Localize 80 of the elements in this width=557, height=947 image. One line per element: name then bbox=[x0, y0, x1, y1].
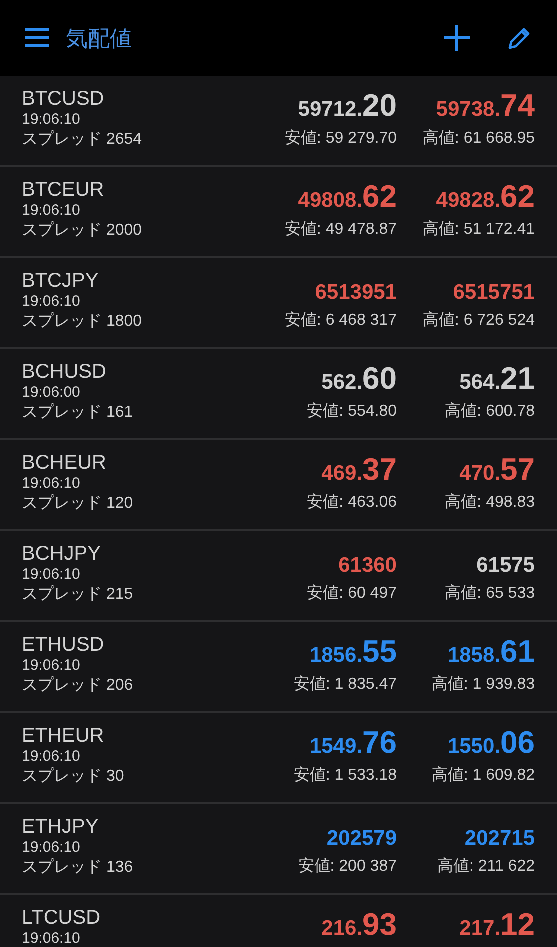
price: 202579 bbox=[326, 828, 397, 849]
price: 470.57 bbox=[460, 454, 535, 485]
price: 6515751 bbox=[453, 282, 535, 303]
time-label: 19:06:10 bbox=[22, 565, 82, 584]
spread-label: スプレッド 206 bbox=[22, 676, 134, 696]
price: 61575 bbox=[476, 555, 535, 576]
time-label: 19:06:10 bbox=[22, 201, 82, 220]
spread-label: スプレッド 30 bbox=[22, 766, 126, 787]
spread-label: スプレッド 1800 bbox=[22, 312, 144, 332]
low-price-label: 安値: 200 387 bbox=[298, 856, 397, 877]
spread-label: スプレッド 215 bbox=[22, 584, 134, 605]
low-price-label: 安値: 1 533.18 bbox=[294, 766, 397, 786]
symbol-label: BTCJPY bbox=[22, 270, 100, 292]
quote-row[interactable]: LTCUSD 19:06:10 216.93 217.12 bbox=[0, 895, 557, 947]
price: 1858.61 bbox=[448, 636, 535, 667]
symbol-label: ETHJPY bbox=[22, 816, 100, 838]
symbol-label: ETHEUR bbox=[22, 725, 106, 747]
time-label: 19:06:10 bbox=[22, 656, 82, 675]
time-label: 19:06:10 bbox=[22, 474, 82, 493]
low-price-label: 安値: 1 835.47 bbox=[294, 674, 397, 695]
symbol-label: ETHUSD bbox=[22, 634, 106, 656]
symbol-label: BCHUSD bbox=[22, 361, 108, 383]
spread-label: スプレッド 120 bbox=[22, 494, 134, 514]
price: 562.60 bbox=[322, 363, 397, 394]
symbol-label: LTCUSD bbox=[22, 907, 102, 929]
quote-row[interactable]: BTCEUR 19:06:10 スプレッド 2000 49808.62 安値: 49 478.87 49828.62 高値: 51 172.41 bbox=[0, 167, 557, 258]
spread-label: スプレッド 161 bbox=[22, 402, 134, 423]
low-price-label: 安値: 59 279.70 bbox=[284, 128, 397, 149]
price: 469.37 bbox=[322, 454, 397, 485]
symbol-label: BCHJPY bbox=[22, 543, 102, 565]
screen-title: 気配値 bbox=[66, 24, 133, 52]
high-price-label: 高値: 65 533 bbox=[445, 584, 535, 604]
symbol-label: BTCUSD bbox=[22, 88, 106, 110]
price: 6513951 bbox=[315, 282, 397, 303]
price: 1550.06 bbox=[448, 727, 535, 758]
time-label: 19:06:10 bbox=[22, 838, 82, 857]
quote-row[interactable]: BCHJPY 19:06:10 スプレッド 215 61360 安値: 60 497 61575 高値: 65 533 bbox=[0, 531, 557, 622]
symbol-label: BTCEUR bbox=[22, 179, 106, 201]
quote-row[interactable]: BTCJPY 19:06:10 スプレッド 1800 6513951 安値: 6 468 317 6515751 高値: 6 726 524 bbox=[0, 258, 557, 349]
high-price-label: 高値: 211 622 bbox=[437, 856, 535, 877]
spread-label: スプレッド 136 bbox=[22, 858, 134, 878]
high-price-label: 高値: 1 609.82 bbox=[432, 766, 535, 786]
price: 217.12 bbox=[460, 909, 535, 940]
spread-label: スプレッド 2654 bbox=[22, 130, 144, 150]
time-label: 19:06:10 bbox=[22, 110, 82, 129]
time-label: 19:06:10 bbox=[22, 747, 82, 766]
low-price-label: 安値: 60 497 bbox=[307, 584, 397, 604]
high-price-label: 高値: 51 172.41 bbox=[422, 220, 535, 240]
quote-row[interactable]: BTCUSD 19:06:10 スプレッド 2654 59712.20 安値: 59 279.70 59738.74 高値: 61 668.95 bbox=[0, 76, 557, 167]
quote-row[interactable]: BCHEUR 19:06:10 スプレッド 120 469.37 安値: 463.06 470.57 高値: 498.83 bbox=[0, 440, 557, 531]
menu-icon[interactable] bbox=[24, 28, 50, 48]
price: 61360 bbox=[338, 555, 397, 576]
symbol-label: BCHEUR bbox=[22, 452, 108, 474]
quote-row[interactable]: BCHUSD 19:06:00 スプレッド 161 562.60 安値: 554.80 564.21 高値: 600.78 bbox=[0, 349, 557, 440]
spread-label: スプレッド 2000 bbox=[22, 220, 144, 241]
low-price-label: 安値: 49 478.87 bbox=[284, 220, 397, 240]
time-label: 19:06:10 bbox=[22, 292, 82, 311]
time-label: 19:06:00 bbox=[22, 383, 82, 402]
price: 1856.55 bbox=[310, 636, 397, 667]
price: 564.21 bbox=[460, 363, 535, 394]
high-price-label: 高値: 6 726 524 bbox=[422, 310, 535, 331]
plus-icon[interactable] bbox=[443, 24, 471, 52]
quote-row[interactable]: ETHJPY 19:06:10 スプレッド 136 202579 安値: 200 387 202715 高値: 211 622 bbox=[0, 804, 557, 895]
price: 49808.62 bbox=[298, 181, 397, 212]
high-price-label: 高値: 61 668.95 bbox=[422, 128, 535, 149]
low-price-label: 安値: 6 468 317 bbox=[284, 310, 397, 331]
price: 216.93 bbox=[322, 909, 397, 940]
low-price-label: 安値: 463.06 bbox=[307, 492, 397, 513]
high-price-label: 高値: 600.78 bbox=[445, 402, 535, 422]
price: 49828.62 bbox=[436, 181, 535, 212]
quote-row[interactable]: ETHEUR 19:06:10 スプレッド 30 1549.76 安値: 1 533.18 1550.06 高値: 1 609.82 bbox=[0, 713, 557, 804]
price: 59712.20 bbox=[298, 90, 397, 121]
high-price-label: 高値: 1 939.83 bbox=[432, 674, 535, 695]
high-price-label: 高値: 498.83 bbox=[445, 492, 535, 513]
price: 202715 bbox=[464, 828, 535, 849]
price: 59738.74 bbox=[436, 90, 535, 121]
price: 1549.76 bbox=[310, 727, 397, 758]
low-price-label: 安値: 554.80 bbox=[307, 402, 397, 422]
time-label: 19:06:10 bbox=[22, 929, 82, 947]
quote-row[interactable]: ETHUSD 19:06:10 スプレッド 206 1856.55 安値: 1 835.47 1858.61 高値: 1 939.83 bbox=[0, 622, 557, 713]
